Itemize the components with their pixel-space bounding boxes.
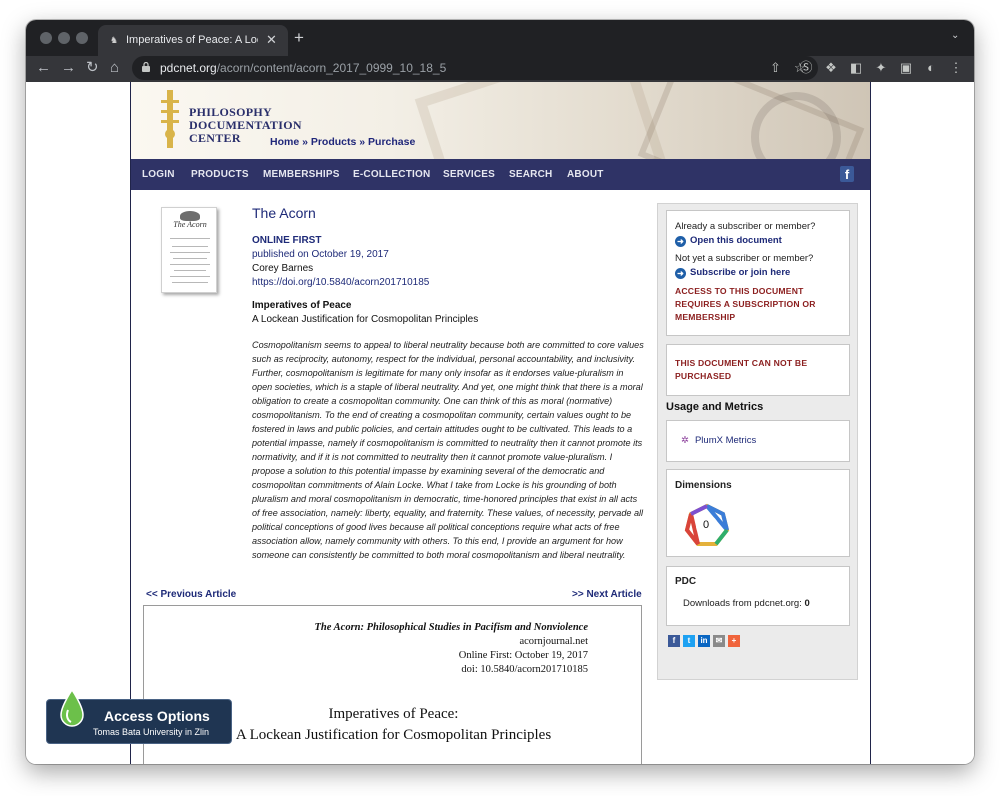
pdcnet-page: PHILOSOPHY DOCUMENTATION CENTER Home » P… xyxy=(130,82,871,764)
nav-about[interactable]: ABOUT xyxy=(567,169,604,180)
facebook-share-icon[interactable]: f xyxy=(668,635,680,647)
dimensions-box: Dimensions 0 xyxy=(666,469,850,557)
downloads-label: Downloads from pdcnet.org: 0 xyxy=(683,598,810,609)
journal-cover-image: The Acorn xyxy=(161,207,217,293)
journal-title[interactable]: The Acorn xyxy=(252,205,316,221)
close-tab-icon[interactable]: ✕ xyxy=(266,32,280,48)
browser-toolbar: ← → ↻ ⌂ pdcnet.org/acorn/content/acorn_2… xyxy=(26,56,974,82)
previous-article-link[interactable]: << Previous Article xyxy=(146,589,236,600)
article-subtitle: A Lockean Justification for Cosmopolitan… xyxy=(252,314,479,325)
more-share-icon[interactable]: + xyxy=(728,635,740,647)
pdc-heading: PDC xyxy=(675,576,697,587)
cover-title: The Acorn xyxy=(173,220,207,229)
access-options-label: Access Options xyxy=(104,708,210,724)
profile-avatar-icon[interactable]: ◐ xyxy=(923,60,939,76)
usage-heading: Usage and Metrics xyxy=(666,401,764,413)
forward-button[interactable]: → xyxy=(61,59,76,77)
nav-login[interactable]: LOGIN xyxy=(142,169,175,180)
close-window-button[interactable] xyxy=(40,32,52,44)
back-button[interactable]: ← xyxy=(36,59,51,77)
cover-rule xyxy=(170,264,210,265)
site-banner: PHILOSOPHY DOCUMENTATION CENTER Home » P… xyxy=(131,82,870,159)
main-navigation: LOGIN PRODUCTS MEMBERSHIPS E-COLLECTION … xyxy=(131,159,870,190)
online-first-label: ONLINE FIRST xyxy=(252,235,322,246)
plumx-icon: ✲ xyxy=(681,435,689,446)
maximize-window-button[interactable] xyxy=(76,32,88,44)
breadcrumb[interactable]: Home » Products » Purchase xyxy=(270,136,415,148)
banner-decoration xyxy=(414,82,668,159)
browser-menu-icon[interactable]: ⋮ xyxy=(948,60,964,76)
next-article-link[interactable]: >> Next Article xyxy=(572,589,642,600)
email-share-icon[interactable]: ✉ xyxy=(713,635,725,647)
new-tab-button[interactable]: + xyxy=(294,28,304,48)
cover-rule xyxy=(170,252,210,253)
access-options-button[interactable]: Access Options Tomas Bata University in … xyxy=(46,690,232,744)
pdc-logo-icon[interactable] xyxy=(159,90,181,148)
cover-rule xyxy=(170,276,210,277)
skype-extension-icon[interactable]: Ⓢ xyxy=(798,60,814,76)
cover-rule xyxy=(173,258,207,259)
access-sidebar: Already a subscriber or member? ➜ Open th… xyxy=(657,203,858,680)
pdf-journal-line: The Acorn: Philosophical Studies in Paci… xyxy=(314,622,589,633)
pdc-box: PDC Downloads from pdcnet.org: 0 xyxy=(666,566,850,626)
tab-bar: ♞ Imperatives of Peace: A Locke ✕ + ⌄ xyxy=(26,20,974,56)
nav-search[interactable]: SEARCH xyxy=(509,169,552,180)
plumx-box: ✲ PlumX Metrics xyxy=(666,420,850,462)
side-panel-icon[interactable]: ▣ xyxy=(898,60,914,76)
cover-rule xyxy=(172,282,208,283)
puzzle-extensions-icon[interactable]: ✦ xyxy=(873,60,889,76)
purchase-box: THIS DOCUMENT CAN NOT BE PURCHASED xyxy=(666,344,850,396)
subscriber-box: Already a subscriber or member? ➜ Open th… xyxy=(666,210,850,336)
facebook-icon[interactable]: f xyxy=(840,166,854,182)
minimize-window-button[interactable] xyxy=(58,32,70,44)
pdf-doi-line: doi: 10.5840/acorn201710185 xyxy=(461,664,588,675)
dimensions-count: 0 xyxy=(703,519,710,531)
water-drop-icon xyxy=(60,690,84,727)
article-author[interactable]: Corey Barnes xyxy=(252,263,313,274)
plumx-link[interactable]: ✲ PlumX Metrics xyxy=(681,435,756,446)
lock-icon xyxy=(142,62,150,72)
pdf-site-line: acornjournal.net xyxy=(519,636,588,647)
pdf-date-line: Online First: October 19, 2017 xyxy=(458,650,588,661)
dropbox-extension-icon[interactable]: ❖ xyxy=(823,60,839,76)
subscribe-link[interactable]: ➜ Subscribe or join here xyxy=(675,267,790,279)
home-button[interactable]: ⌂ xyxy=(110,59,119,77)
page-viewport: PHILOSOPHY DOCUMENTATION CENTER Home » P… xyxy=(26,82,974,764)
twitter-share-icon[interactable]: t xyxy=(683,635,695,647)
nav-products[interactable]: PRODUCTS xyxy=(191,169,249,180)
extension-icon[interactable]: ◧ xyxy=(848,60,864,76)
tab-search-chevron-icon[interactable]: ⌄ xyxy=(951,30,959,41)
desktop: ♞ Imperatives of Peace: A Locke ✕ + ⌄ ← … xyxy=(0,0,1000,796)
nav-memberships[interactable]: MEMBERSHIPS xyxy=(263,169,340,180)
arrow-right-icon: ➜ xyxy=(675,268,686,279)
access-warning: ACCESS TO THIS DOCUMENT REQUIRES A SUBSC… xyxy=(675,286,816,322)
active-tab[interactable]: ♞ Imperatives of Peace: A Locke ✕ xyxy=(98,25,288,56)
cover-rule xyxy=(172,246,208,247)
address-bar[interactable]: pdcnet.org/acorn/content/acorn_2017_0999… xyxy=(132,56,818,80)
article-abstract: Cosmopolitanism seems to appeal to liber… xyxy=(252,340,644,560)
open-document-link[interactable]: ➜ Open this document xyxy=(675,235,782,247)
article-title: Imperatives of Peace xyxy=(252,300,352,311)
not-subscriber-question: Not yet a subscriber or member? xyxy=(675,253,814,264)
share-icon[interactable]: ⇧ xyxy=(770,60,781,76)
dimensions-heading: Dimensions xyxy=(675,480,732,491)
subscriber-question: Already a subscriber or member? xyxy=(675,221,816,232)
reload-button[interactable]: ↻ xyxy=(86,59,99,77)
purchase-warning: THIS DOCUMENT CAN NOT BE PURCHASED xyxy=(675,358,808,381)
nav-e-collection[interactable]: E-COLLECTION xyxy=(353,169,430,180)
doi-link[interactable]: https://doi.org/10.5840/acorn201710185 xyxy=(252,277,429,288)
url-text: pdcnet.org/acorn/content/acorn_2017_0999… xyxy=(160,61,447,75)
published-date: published on October 19, 2017 xyxy=(252,249,389,260)
arrow-right-icon: ➜ xyxy=(675,236,686,247)
cover-rule xyxy=(174,270,206,271)
nav-services[interactable]: SERVICES xyxy=(443,169,495,180)
browser-window: ♞ Imperatives of Peace: A Locke ✕ + ⌄ ← … xyxy=(26,20,974,764)
tab-title: Imperatives of Peace: A Locke xyxy=(126,34,258,46)
linkedin-share-icon[interactable]: in xyxy=(698,635,710,647)
favicon-icon: ♞ xyxy=(110,35,119,45)
cover-rule xyxy=(170,238,210,239)
institution-name: Tomas Bata University in Zlin xyxy=(93,727,210,737)
